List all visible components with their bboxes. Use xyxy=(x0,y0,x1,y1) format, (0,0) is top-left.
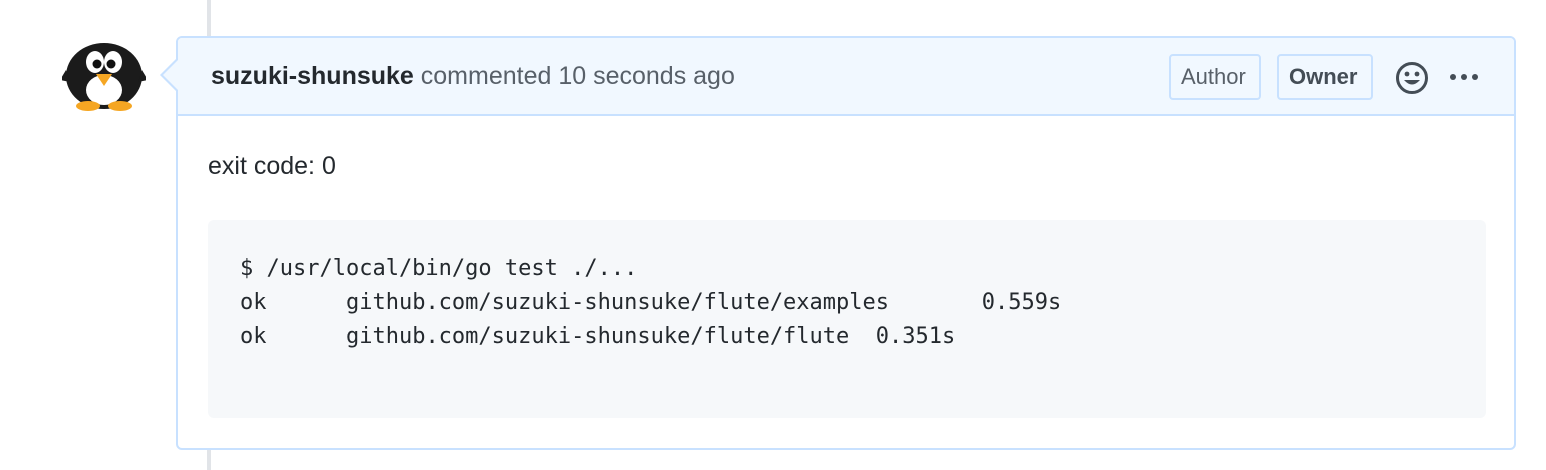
author-badge: Author xyxy=(1169,54,1261,100)
comment-box: suzuki-shunsuke commented 10 seconds ago… xyxy=(176,36,1516,450)
code-line: ok github.com/suzuki-shunsuke/flute/exam… xyxy=(240,290,1062,315)
comment-timestamp[interactable]: 10 seconds ago xyxy=(558,62,735,90)
smiley-icon[interactable] xyxy=(1395,61,1429,95)
author-link[interactable]: suzuki-shunsuke xyxy=(211,62,414,90)
exit-code-text: exit code: 0 xyxy=(208,152,336,180)
penguin-avatar[interactable] xyxy=(62,40,146,112)
comment-action-text: commented xyxy=(413,62,559,90)
kebab-horizontal-icon[interactable] xyxy=(1448,67,1480,87)
comment-meta: suzuki-shunsuke commented 10 seconds ago xyxy=(211,62,735,91)
code-line: $ /usr/local/bin/go test ./... xyxy=(240,256,638,281)
code-line: ok github.com/suzuki-shunsuke/flute/flut… xyxy=(240,324,956,349)
code-block: $ /usr/local/bin/go test ./... ok github… xyxy=(208,220,1486,418)
comment-caret-fill xyxy=(163,60,178,90)
owner-badge: Owner xyxy=(1277,54,1373,100)
comment-header: suzuki-shunsuke commented 10 seconds ago… xyxy=(178,38,1514,116)
